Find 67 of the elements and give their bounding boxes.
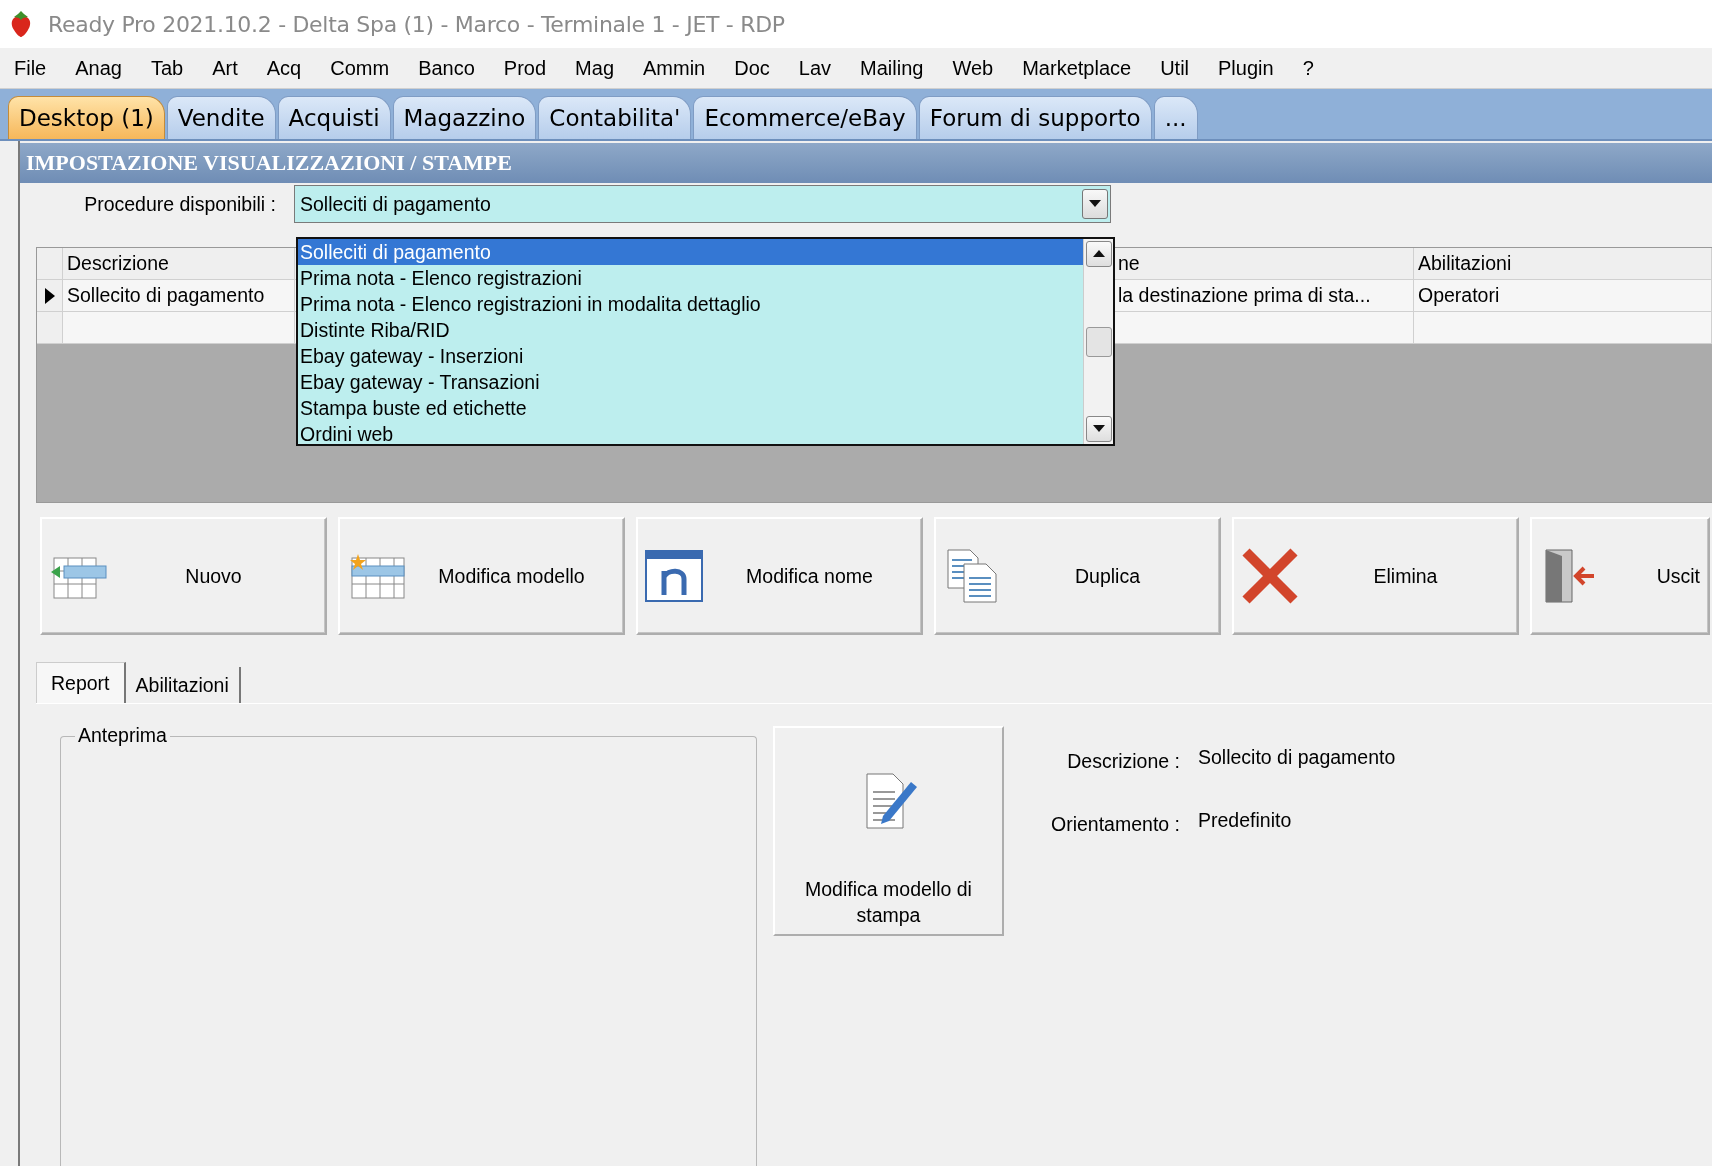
menu-item[interactable]: Anag bbox=[75, 56, 122, 80]
x-mark-icon bbox=[1240, 546, 1300, 606]
letter-tile-icon bbox=[644, 549, 704, 603]
menu-item[interactable]: Marketplace bbox=[1022, 56, 1132, 80]
tab[interactable]: Abilitazioni bbox=[125, 667, 241, 703]
toolbar-button[interactable]: Modifica nome bbox=[636, 517, 923, 635]
menu-item[interactable]: Doc bbox=[734, 56, 770, 80]
dropdown-option[interactable]: Solleciti di pagamento bbox=[298, 239, 1083, 265]
menu-item[interactable]: Comm bbox=[330, 56, 390, 80]
menu-item[interactable]: Plugin bbox=[1218, 56, 1274, 80]
scroll-down-button[interactable] bbox=[1085, 416, 1112, 442]
menu-item[interactable]: Art bbox=[212, 56, 238, 80]
panel-title: IMPOSTAZIONE VISUALIZZAZIONI / STAMPE bbox=[20, 143, 1712, 183]
toolbar-button[interactable]: Nuovo bbox=[40, 517, 327, 635]
caret-icon bbox=[1092, 425, 1105, 433]
table-cell: Sollecito di pagamento bbox=[63, 280, 295, 311]
dropdown-option[interactable]: Prima nota - Elenco registrazioni bbox=[298, 265, 1083, 291]
menu-item[interactable]: Util bbox=[1160, 56, 1189, 80]
tab[interactable]: Forum di supporto bbox=[918, 96, 1152, 139]
field-label: Descrizione : bbox=[1066, 750, 1180, 773]
field-label: Procedure disponibili : bbox=[83, 192, 277, 216]
tab[interactable]: Ecommerce/eBay bbox=[693, 96, 917, 139]
menu-item[interactable]: Acq bbox=[266, 56, 302, 80]
tab[interactable]: Report bbox=[36, 662, 126, 703]
caret-icon bbox=[1089, 200, 1101, 208]
table-cell: la destinazione prima di sta... bbox=[1118, 280, 1414, 311]
scrollbar-thumb[interactable] bbox=[1085, 326, 1112, 357]
menu-item[interactable]: Tab bbox=[150, 56, 184, 80]
toolbar-button[interactable]: Duplica bbox=[934, 517, 1221, 635]
tab[interactable]: Vendite bbox=[166, 96, 276, 139]
tab[interactable]: Magazzino bbox=[392, 96, 537, 139]
window-title: Ready Pro 2021.10.2 - Delta Spa (1) - Marco - Terminale 1 - JET - RDP bbox=[48, 11, 785, 37]
dropdown-option[interactable]: Ebay gateway - Transazioni bbox=[298, 369, 1083, 395]
procedure-dropdown[interactable]: Solleciti di pagamento bbox=[294, 185, 1111, 223]
menu-item[interactable]: Prod bbox=[503, 56, 547, 80]
field-value: Sollecito di pagamento bbox=[1198, 746, 1396, 769]
toolbar-button[interactable]: Uscit bbox=[1530, 517, 1710, 635]
table-cell: Operatori bbox=[1414, 280, 1712, 311]
column-header[interactable]: ne bbox=[1118, 248, 1414, 279]
menu-item[interactable]: Mag bbox=[575, 56, 614, 80]
tab[interactable]: Desktop (1) bbox=[8, 96, 165, 139]
toolbar-button[interactable]: Elimina bbox=[1232, 517, 1519, 635]
field-label: Orientamento : bbox=[1050, 813, 1180, 836]
frame-title: Anteprima bbox=[75, 724, 170, 747]
menu-item[interactable]: Mailing bbox=[860, 56, 924, 80]
dropdown-button[interactable] bbox=[1082, 189, 1108, 219]
tab[interactable]: Acquisti bbox=[277, 96, 391, 139]
column-header[interactable]: Abilitazioni bbox=[1414, 248, 1712, 279]
column-header[interactable]: Descrizione bbox=[63, 248, 295, 279]
menu-item[interactable]: Banco bbox=[418, 56, 475, 80]
edit-template-button[interactable]: Modifica modello di stampa bbox=[773, 726, 1004, 936]
menu-item[interactable]: File bbox=[14, 56, 47, 80]
menu-item[interactable]: Ammin bbox=[643, 56, 706, 80]
menu-item[interactable]: ? bbox=[1302, 56, 1314, 80]
menu-item[interactable]: Web bbox=[952, 56, 994, 80]
caret-icon bbox=[1092, 250, 1105, 258]
toolbar-button[interactable]: Modifica modello bbox=[338, 517, 625, 635]
tab[interactable]: ... bbox=[1153, 96, 1198, 139]
scroll-up-button[interactable] bbox=[1085, 241, 1112, 267]
dropdown-option[interactable]: Distinte Riba/RID bbox=[298, 317, 1083, 343]
tab[interactable]: Contabilita' bbox=[538, 96, 692, 139]
dropdown-option[interactable]: Ebay gateway - Inserzioni bbox=[298, 343, 1083, 369]
field-value: Predefinito bbox=[1198, 809, 1292, 832]
dropdown-option[interactable]: Prima nota - Elenco registrazioni in modalita dettaglio bbox=[298, 291, 1083, 317]
dropdown-option[interactable]: Ordini web bbox=[298, 421, 1083, 447]
menu-item[interactable]: Lav bbox=[798, 56, 832, 80]
dropdown-option[interactable]: Stampa buste ed etichette bbox=[298, 395, 1083, 421]
